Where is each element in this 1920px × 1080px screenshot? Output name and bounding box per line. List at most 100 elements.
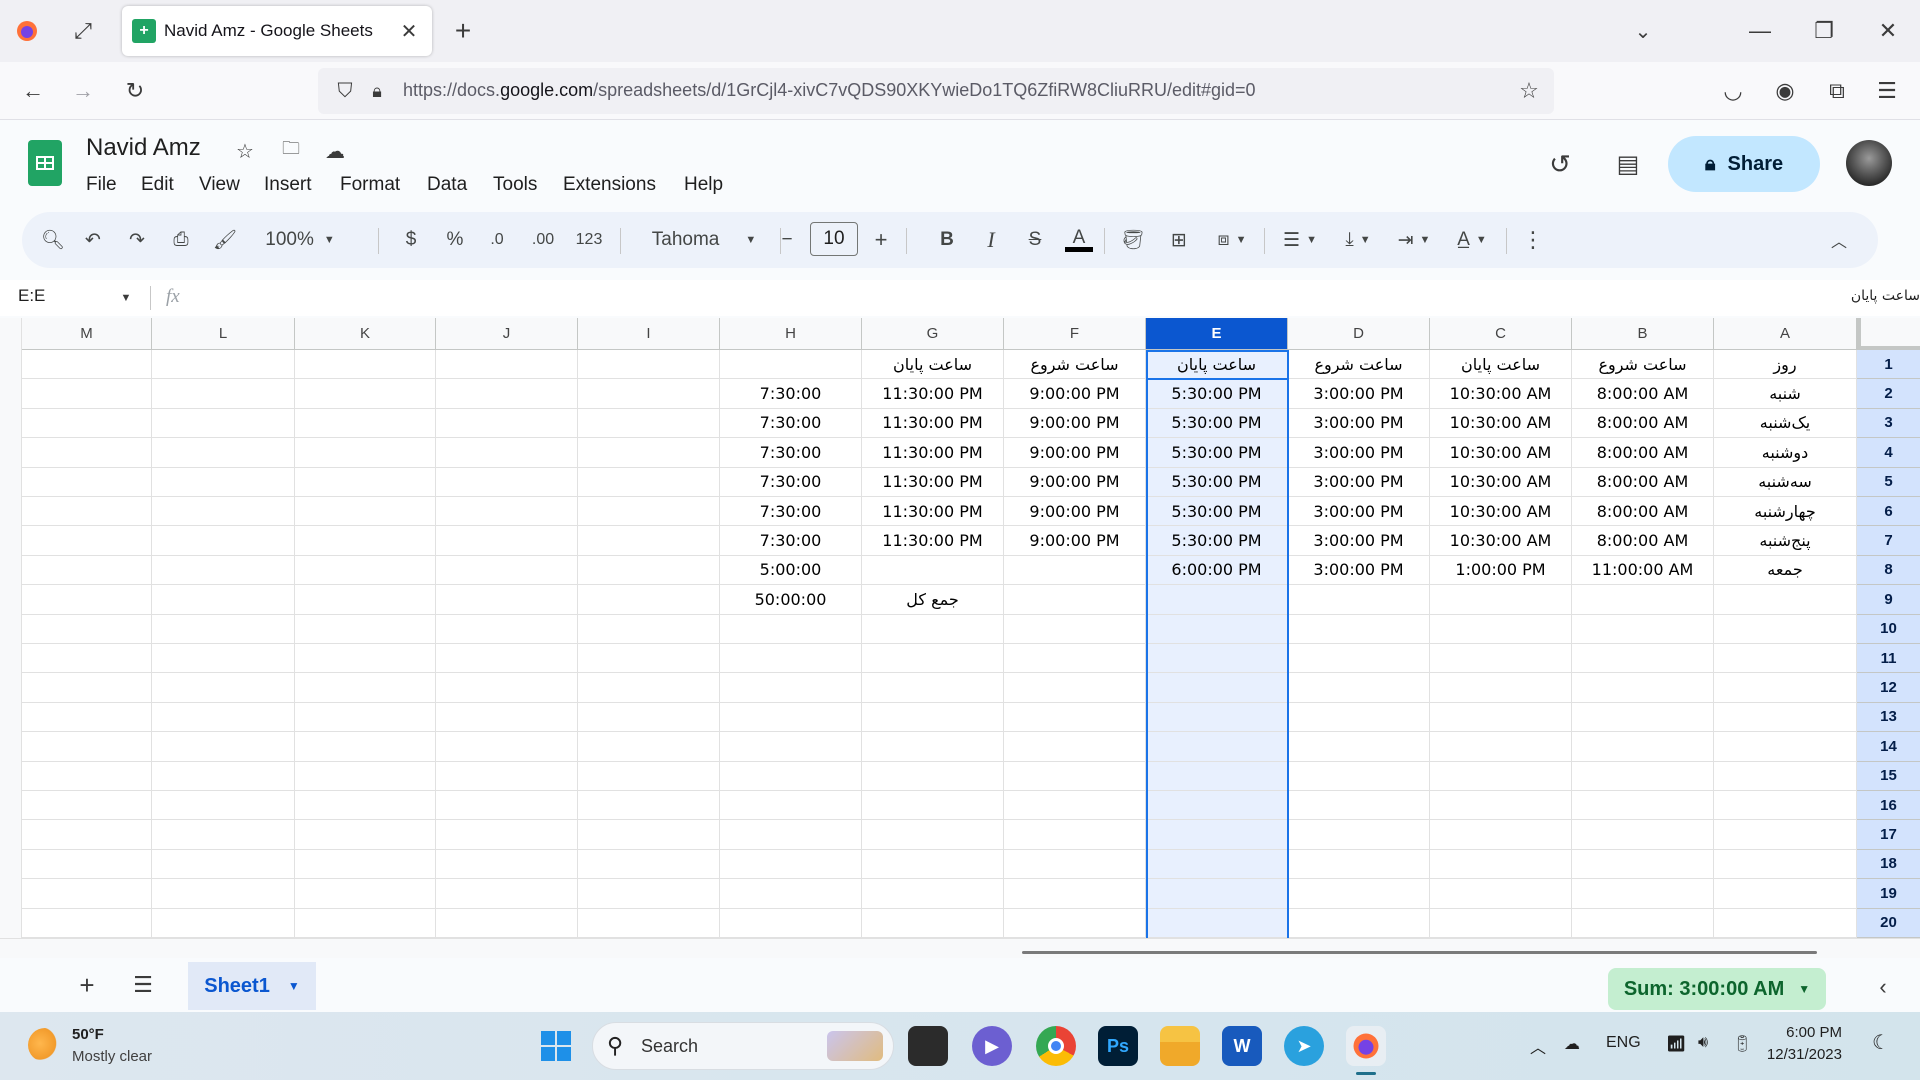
cell-f9[interactable] [1004,585,1146,615]
cell-e3[interactable]: 5:30:00 PM [1146,408,1288,439]
cell-g2[interactable]: 11:30:00 PM [862,379,1004,409]
horizontal-align-icon[interactable]: ☰ ▼ [1274,212,1326,268]
cell-d1[interactable]: ساعت شروع [1288,350,1430,380]
cell-f7[interactable]: 9:00:00 PM [1004,526,1146,556]
cell-m7[interactable] [22,526,152,556]
row-header[interactable]: 19 [1857,879,1920,909]
cell-a7[interactable]: پنج‌شنبه [1714,526,1857,556]
menu-tools[interactable]: Tools [493,174,537,196]
row-header[interactable]: 10 [1857,614,1920,644]
zoom-select[interactable]: 100% ▼ [252,212,348,268]
cell-k17[interactable] [295,820,436,850]
cell-l9[interactable] [152,585,295,615]
cell-l14[interactable] [152,732,295,762]
cell-l1[interactable] [152,350,295,380]
user-avatar[interactable] [1846,140,1892,186]
cell-f8[interactable] [1004,555,1146,586]
more-options-icon[interactable]: ⋮ [1516,212,1550,268]
cell-e1[interactable]: ساعت پایان [1146,350,1288,380]
row-header[interactable]: 4 [1857,438,1920,468]
cell-i3[interactable] [578,408,720,439]
cell-d20[interactable] [1288,908,1430,938]
horizontal-scrollbar-thumb[interactable] [1022,951,1817,954]
row-header[interactable]: 18 [1857,849,1920,880]
cell-c9[interactable] [1430,585,1572,615]
cell-g12[interactable] [862,673,1004,703]
cell-j1[interactable] [436,350,578,380]
cell-e6[interactable]: 5:30:00 PM [1146,497,1288,527]
undo-icon[interactable]: ↶ [76,212,110,268]
star-icon[interactable]: ☆ [230,136,260,166]
row-header[interactable]: 15 [1857,761,1920,791]
cell-g7[interactable]: 11:30:00 PM [862,526,1004,556]
all-sheets-icon[interactable]: ☰ [126,968,160,1002]
cell-l15[interactable] [152,761,295,791]
cell-c19[interactable] [1430,879,1572,909]
menu-data[interactable]: Data [427,174,467,196]
browser-tab-active[interactable]: + Navid Amz - Google Sheets ✕ [122,6,432,56]
row-header[interactable]: 8 [1857,555,1920,586]
cell-e12[interactable] [1146,673,1288,703]
cell-d17[interactable] [1288,820,1430,850]
document-title[interactable]: Navid Amz [86,134,201,162]
cell-l10[interactable] [152,614,295,644]
row-header[interactable]: 6 [1857,497,1920,527]
cell-i7[interactable] [578,526,720,556]
forward-icon[interactable]: → [66,74,100,108]
battery-icon[interactable]: 🔋︎ [1732,1034,1752,1054]
cell-e8[interactable]: 6:00:00 PM [1146,555,1288,586]
merge-cells-icon[interactable]: ⧈ ▼ [1206,212,1258,268]
cell-e20[interactable] [1146,908,1288,938]
cell-f15[interactable] [1004,761,1146,791]
cell-i11[interactable] [578,644,720,674]
cell-a14[interactable] [1714,732,1857,762]
cell-g19[interactable] [862,879,1004,909]
menu-extensions[interactable]: Extensions [563,174,656,196]
cell-i10[interactable] [578,614,720,644]
name-box-chevron-down-icon[interactable]: ▼ [116,288,136,308]
cell-f3[interactable]: 9:00:00 PM [1004,408,1146,439]
cell-a13[interactable] [1714,702,1857,733]
cell-g8[interactable] [862,555,1004,586]
cell-a19[interactable] [1714,879,1857,909]
menu-view[interactable]: View [199,174,240,196]
cell-e4[interactable]: 5:30:00 PM [1146,438,1288,468]
cell-j17[interactable] [436,820,578,850]
cell-a12[interactable] [1714,673,1857,703]
cell-f14[interactable] [1004,732,1146,762]
column-header-j[interactable]: J [436,318,578,350]
cell-f10[interactable] [1004,614,1146,644]
list-all-tabs-icon[interactable]: ⌄ [1626,14,1660,48]
cell-e7[interactable]: 5:30:00 PM [1146,526,1288,556]
cell-a17[interactable] [1714,820,1857,850]
google-sheets-logo-icon[interactable] [28,140,62,186]
cell-k12[interactable] [295,673,436,703]
cell-i13[interactable] [578,702,720,733]
cell-f12[interactable] [1004,673,1146,703]
row-header[interactable]: 12 [1857,673,1920,703]
cell-j7[interactable] [436,526,578,556]
menu-format[interactable]: Format [340,174,400,196]
account-icon[interactable]: ◉ [1768,74,1802,108]
cell-c15[interactable] [1430,761,1572,791]
cell-k2[interactable] [295,379,436,409]
cell-d11[interactable] [1288,644,1430,674]
cell-l20[interactable] [152,908,295,938]
cell-d10[interactable] [1288,614,1430,644]
cell-a20[interactable] [1714,908,1857,938]
cell-c18[interactable] [1430,849,1572,880]
cell-i12[interactable] [578,673,720,703]
row-header[interactable]: 7 [1857,526,1920,556]
cell-f11[interactable] [1004,644,1146,674]
cell-d19[interactable] [1288,879,1430,909]
cell-j4[interactable] [436,438,578,468]
cell-j11[interactable] [436,644,578,674]
chrome-icon[interactable] [1036,1026,1076,1066]
wifi-icon[interactable]: 📶︎ [1666,1034,1686,1054]
row-header[interactable]: 14 [1857,732,1920,762]
add-sheet-button[interactable]: + [70,968,104,1002]
cell-g11[interactable] [862,644,1004,674]
cell-k8[interactable] [295,555,436,586]
cell-i9[interactable] [578,585,720,615]
cell-f1[interactable]: ساعت شروع [1004,350,1146,380]
